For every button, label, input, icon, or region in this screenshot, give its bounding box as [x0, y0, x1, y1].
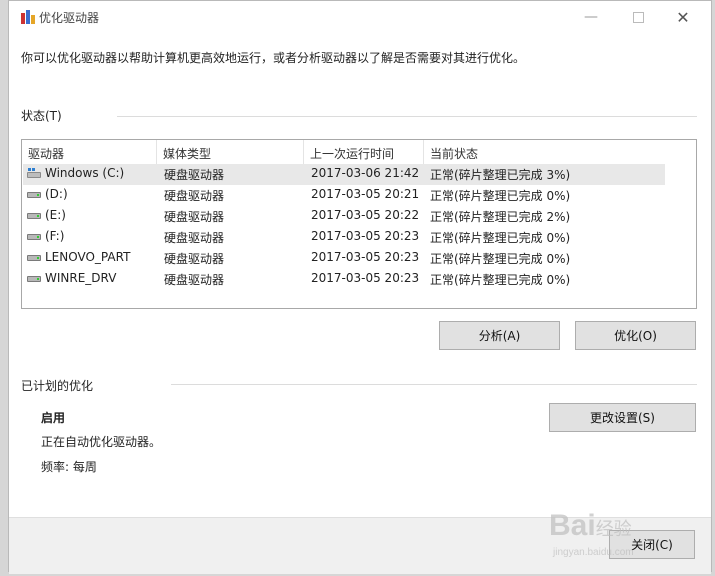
table-row[interactable]: (E:) 硬盘驱动器 2017-03-05 20:22 正常(碎片整理已完成 2… — [23, 206, 665, 227]
last-run-cell: 2017-03-05 20:21 — [311, 187, 420, 201]
drive-name: LENOVO_PART — [45, 250, 131, 264]
watermark-brand-suffix: 经验 — [595, 519, 632, 539]
analyze-button[interactable]: 分析(A) — [439, 321, 560, 350]
status-cell: 正常(碎片整理已完成 0%) — [430, 252, 571, 266]
drive-cell: Windows (C:) — [27, 166, 124, 180]
hard-drive-icon — [27, 233, 41, 240]
column-separator[interactable] — [156, 140, 157, 164]
column-header-media-type[interactable]: 媒体类型 — [163, 145, 211, 162]
last-run-cell: 2017-03-05 20:23 — [311, 229, 420, 243]
last-run-cell: 2017-03-05 20:23 — [311, 250, 420, 264]
maximize-button[interactable] — [616, 5, 660, 29]
close-window-button[interactable]: ✕ — [661, 5, 705, 29]
drive-cell: WINRE_DRV — [27, 271, 116, 285]
hard-drive-icon — [27, 275, 41, 282]
table-row[interactable]: (D:) 硬盘驱动器 2017-03-05 20:21 正常(碎片整理已完成 0… — [23, 185, 665, 206]
drive-cell: (D:) — [27, 187, 68, 201]
drive-name: (D:) — [45, 187, 68, 201]
last-run-cell: 2017-03-06 21:42 — [311, 166, 420, 180]
column-header-drive[interactable]: 驱动器 — [28, 145, 64, 162]
drive-name: WINRE_DRV — [45, 271, 117, 285]
minimize-icon: — — [584, 9, 598, 25]
table-row[interactable]: WINRE_DRV 硬盘驱动器 2017-03-05 20:23 正常(碎片整理… — [23, 269, 665, 290]
watermark-url: jingyan.baidu.com — [553, 547, 634, 558]
change-settings-button[interactable]: 更改设置(S) — [549, 403, 696, 432]
drive-cell: (F:) — [27, 229, 64, 243]
maximize-icon — [632, 11, 644, 23]
schedule-detail: 正在自动优化驱动器。 — [41, 435, 162, 449]
table-row[interactable]: LENOVO_PART 硬盘驱动器 2017-03-05 20:23 正常(碎片… — [23, 248, 665, 269]
column-separator[interactable] — [423, 140, 424, 164]
hard-drive-icon — [27, 212, 41, 219]
scheduled-section-label: 已计划的优化 — [21, 379, 94, 393]
hard-drive-icon — [27, 191, 41, 198]
column-header-current-status[interactable]: 当前状态 — [430, 145, 478, 162]
media-type-cell: 硬盘驱动器 — [164, 168, 225, 182]
media-type-cell: 硬盘驱动器 — [164, 252, 225, 266]
drive-name: (F:) — [45, 229, 65, 243]
status-divider — [117, 116, 697, 117]
optimize-button[interactable]: 优化(O) — [575, 321, 696, 350]
column-header-last-run[interactable]: 上一次运行时间 — [310, 145, 394, 162]
window-title: 优化驱动器 — [39, 11, 100, 25]
close-icon: ✕ — [676, 7, 690, 27]
watermark-logo: Bai经验 — [549, 509, 632, 543]
table-row[interactable]: (F:) 硬盘驱动器 2017-03-05 20:23 正常(碎片整理已完成 0… — [23, 227, 665, 248]
status-cell: 正常(碎片整理已完成 0%) — [430, 231, 571, 245]
media-type-cell: 硬盘驱动器 — [164, 210, 225, 224]
drive-cell: (E:) — [27, 208, 66, 222]
drive-name: (E:) — [45, 208, 66, 222]
description-text: 你可以优化驱动器以帮助计算机更高效地运行，或者分析驱动器以了解是否需要对其进行优… — [21, 51, 526, 65]
status-cell: 正常(碎片整理已完成 0%) — [430, 273, 571, 287]
media-type-cell: 硬盘驱动器 — [164, 231, 225, 245]
status-section-label: 状态(T) — [21, 109, 62, 123]
status-cell: 正常(碎片整理已完成 0%) — [430, 189, 571, 203]
watermark-brand: Bai — [549, 509, 596, 542]
hard-drive-icon — [27, 254, 41, 261]
last-run-cell: 2017-03-05 20:23 — [311, 271, 420, 285]
drive-name: Windows (C:) — [45, 166, 125, 180]
drive-cell: LENOVO_PART — [27, 250, 130, 264]
schedule-frequency: 频率: 每周 — [41, 460, 97, 474]
minimize-button[interactable]: — — [569, 5, 613, 29]
media-type-cell: 硬盘驱动器 — [164, 189, 225, 203]
drive-list-header: 驱动器 媒体类型 上一次运行时间 当前状态 — [22, 140, 696, 164]
schedule-state: 启用 — [41, 411, 66, 425]
os-drive-icon — [27, 167, 41, 178]
column-separator[interactable] — [303, 140, 304, 164]
last-run-cell: 2017-03-05 20:22 — [311, 208, 420, 222]
scheduled-divider — [171, 384, 697, 385]
optimize-drives-window: 优化驱动器 — ✕ 你可以优化驱动器以帮助计算机更高效地运行，或者分析驱动器以了… — [8, 0, 712, 574]
defrag-app-icon — [21, 10, 35, 24]
media-type-cell: 硬盘驱动器 — [164, 273, 225, 287]
drive-list[interactable]: 驱动器 媒体类型 上一次运行时间 当前状态 Windows (C:) 硬盘驱动器… — [21, 139, 697, 309]
status-cell: 正常(碎片整理已完成 2%) — [430, 210, 571, 224]
title-bar[interactable]: 优化驱动器 — ✕ — [9, 1, 711, 33]
status-cell: 正常(碎片整理已完成 3%) — [430, 168, 571, 182]
table-row[interactable]: Windows (C:) 硬盘驱动器 2017-03-06 21:42 正常(碎… — [23, 164, 665, 185]
